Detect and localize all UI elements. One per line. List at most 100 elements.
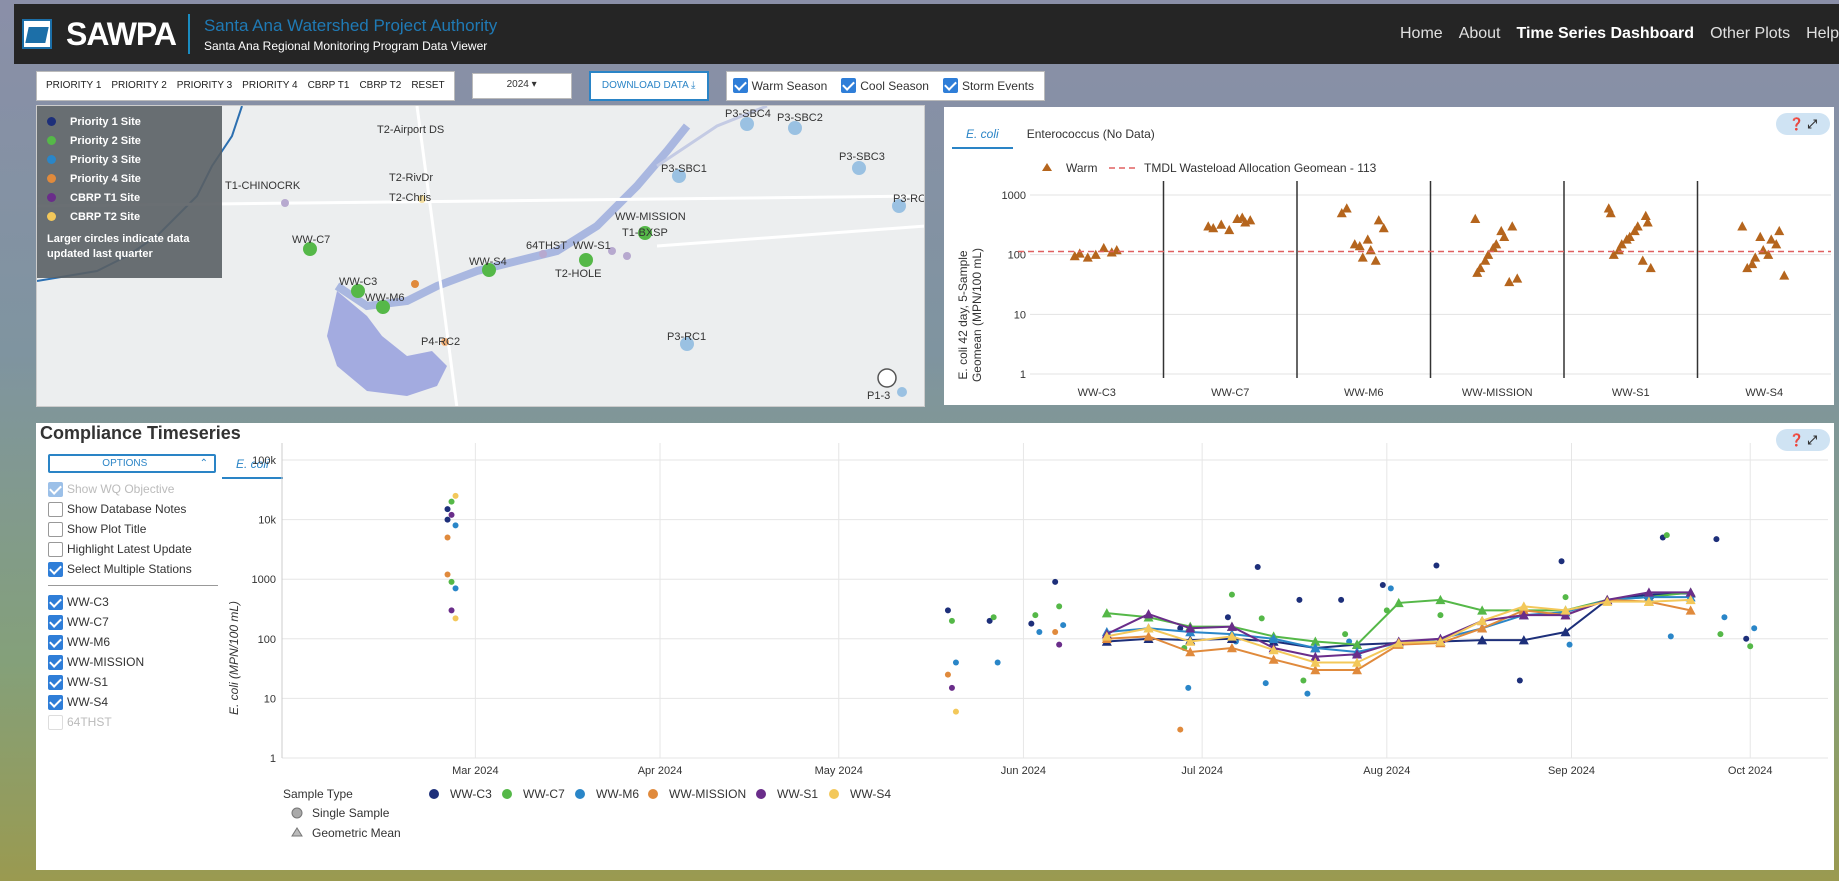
ts-xtick: Apr 2024 — [638, 765, 683, 777]
legend-station-label: WW-C3 — [450, 787, 492, 801]
nav-home[interactable]: Home — [1400, 25, 1443, 43]
geomean-point — [1370, 255, 1381, 265]
geomean-point — [1642, 217, 1653, 227]
geomean-point — [1357, 252, 1368, 262]
geomean-point — [1208, 222, 1219, 233]
map-label: WW-M6 — [365, 292, 405, 304]
single-sample-point — [1056, 603, 1063, 610]
geomean-point — [1373, 215, 1384, 225]
geomean-point — [1341, 203, 1352, 213]
download-data-button[interactable]: DOWNLOAD DATA ⤓ — [588, 70, 709, 101]
nav-other-plots[interactable]: Other Plots — [1710, 25, 1790, 43]
geomean-point — [1750, 252, 1761, 262]
site-marker-p13 — [897, 387, 907, 397]
map-label: T2-Airport DS — [377, 124, 445, 136]
warm-season-label[interactable]: Warm Season — [752, 79, 828, 93]
ts-ytick: 10k — [258, 515, 276, 527]
help-icon[interactable]: ❓ — [1789, 117, 1804, 131]
geomean-point — [1203, 221, 1214, 231]
nav-help[interactable]: Help — [1806, 25, 1839, 43]
geomean-point — [1483, 249, 1494, 259]
priority-3-button[interactable]: PRIORITY 3 — [172, 80, 237, 91]
nav-about[interactable]: About — [1459, 25, 1501, 43]
site-marker-t1 — [281, 199, 289, 207]
geomean-point — [1645, 262, 1656, 273]
legend-warm-icon — [1042, 163, 1052, 171]
geomean-point — [1106, 247, 1117, 257]
season-checkboxes: Warm Season Cool Season Storm Events — [725, 70, 1045, 101]
map-label: 64THST — [526, 240, 567, 252]
nav-time-series-dashboard[interactable]: Time Series Dashboard — [1517, 25, 1695, 43]
cool-season-checkbox[interactable] — [841, 78, 857, 93]
legend-label: Priority 1 Site — [70, 115, 141, 128]
map-label: P4-RC2 — [421, 336, 461, 348]
site-marker-p3sbc3 — [852, 161, 866, 175]
map-label: P3-RC1 — [667, 331, 707, 343]
map-label: WW-S1 — [573, 240, 611, 252]
geomean-xtick: WW-S4 — [1745, 387, 1783, 399]
sawpa-logo-text[interactable]: SAWPA — [66, 16, 177, 53]
tab-enterococcus[interactable]: Enterococcus (No Data) — [1013, 121, 1169, 149]
ts-xtick: Aug 2024 — [1363, 765, 1410, 777]
single-sample-point — [1566, 641, 1573, 648]
single-sample-point — [1052, 578, 1059, 585]
geomean-point — [1488, 242, 1499, 253]
single-sample-point — [448, 607, 455, 614]
legend-dot — [47, 212, 56, 221]
geomean-point — [1605, 207, 1616, 218]
priority-1-button[interactable]: PRIORITY 1 — [41, 80, 106, 91]
ts-xtick: May 2024 — [815, 765, 863, 777]
single-sample-point — [452, 492, 459, 499]
warm-season-checkbox[interactable] — [732, 78, 748, 93]
geomean-point — [1224, 224, 1235, 235]
ts-xtick: Mar 2024 — [452, 765, 498, 777]
reset-button[interactable]: RESET — [406, 80, 449, 91]
single-sample-point — [1177, 726, 1184, 733]
legend-priority-1: Priority 1 Site — [47, 112, 212, 131]
site-map[interactable]: Priority 1 Site Priority 2 Site Priority… — [36, 105, 925, 407]
single-sample-point — [1300, 677, 1307, 684]
single-sample-point — [994, 659, 1001, 666]
geomean-ylabel-2: Geomean (MPN/100 mL) — [970, 248, 984, 382]
single-sample-point — [1262, 680, 1269, 687]
single-sample-point — [952, 708, 959, 715]
geomean-point — [1616, 239, 1627, 249]
legend-sample-type: Sample Type — [283, 787, 353, 801]
cbrp-t1-button[interactable]: CBRP T1 — [303, 80, 355, 91]
cool-season-label[interactable]: Cool Season — [860, 79, 929, 93]
download-icon: ⤓ — [690, 79, 696, 91]
legend-station-dot — [756, 789, 766, 799]
single-sample-point — [1258, 615, 1265, 622]
caret-down-icon: ▾ — [531, 78, 537, 90]
storm-events-checkbox[interactable] — [942, 78, 958, 93]
map-label: T2-HOLE — [555, 268, 602, 280]
map-label: WW-S4 — [469, 256, 507, 268]
legend-geomean-label: Geometric Mean — [312, 826, 401, 840]
legend-single-label: Single Sample — [312, 806, 390, 820]
year-select[interactable]: 2024 ▾ — [471, 72, 572, 99]
expand-icon[interactable]: ⤢ — [1807, 117, 1817, 131]
single-sample-point — [952, 659, 959, 666]
storm-events-label[interactable]: Storm Events — [962, 79, 1034, 93]
legend-cbrp-t2: CBRP T2 Site — [47, 207, 212, 226]
geomean-panel: E. coli Enterococcus (No Data) ❓ ⤢ Warm … — [944, 107, 1834, 405]
cbrp-t2-button[interactable]: CBRP T2 — [354, 80, 406, 91]
geomean-point — [1365, 244, 1376, 255]
map-label: T2-Chris — [389, 192, 432, 204]
geomean-point — [1362, 234, 1373, 244]
single-sample-point — [1056, 641, 1063, 648]
single-sample-point — [448, 498, 455, 505]
geomean-point — [1507, 221, 1518, 231]
single-sample-point — [1387, 585, 1394, 592]
tab-ecoli[interactable]: E. coli — [952, 121, 1013, 149]
priority-4-button[interactable]: PRIORITY 4 — [237, 80, 302, 91]
geomean-ytick: 1000 — [1002, 190, 1026, 202]
geomean-ylabel-1: E. coli 42 day, 5-Sample — [956, 250, 970, 380]
legend-geomean-icon — [291, 827, 303, 837]
geomean-point — [1480, 255, 1491, 265]
panel-help-expand[interactable]: ❓ ⤢ — [1776, 113, 1830, 135]
single-sample-point — [1663, 532, 1670, 539]
priority-2-button[interactable]: PRIORITY 2 — [106, 80, 171, 91]
geomean-xtick: WW-C7 — [1211, 387, 1249, 399]
single-sample-point — [1338, 596, 1345, 603]
